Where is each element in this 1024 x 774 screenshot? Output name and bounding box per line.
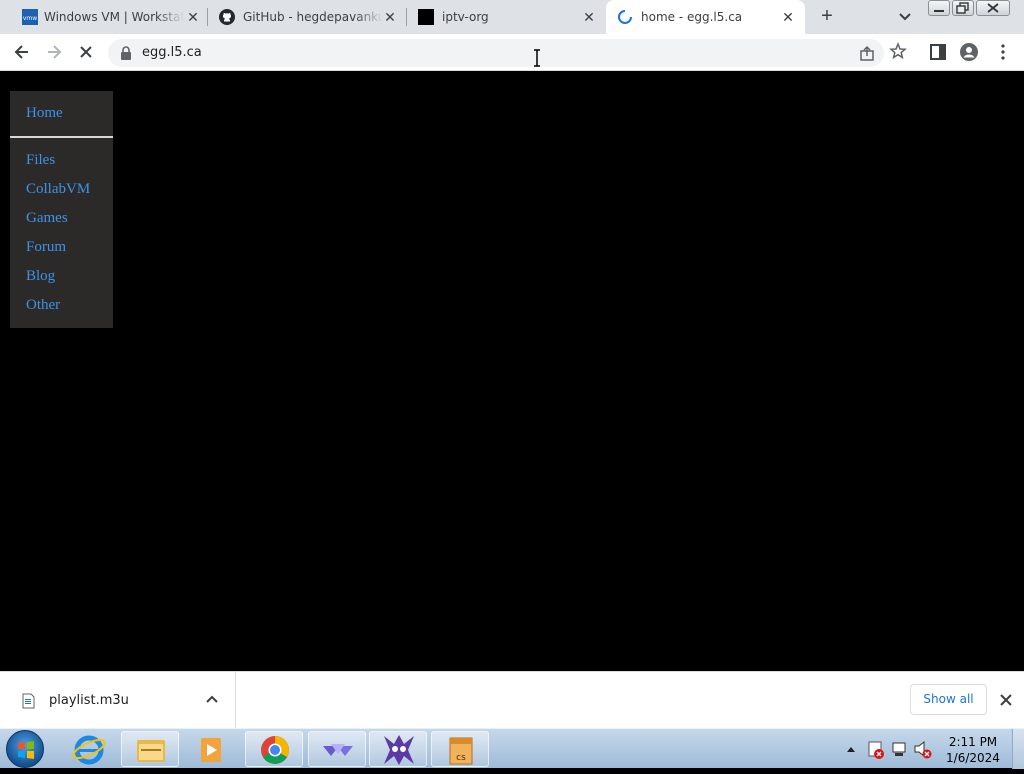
github-icon <box>219 9 235 25</box>
download-item[interactable]: playlist.m3u <box>0 672 236 729</box>
tab-close-button[interactable]: ✕ <box>184 8 202 26</box>
profile-avatar-icon[interactable] <box>960 43 978 61</box>
nav-link-collabvm[interactable]: CollabVM <box>26 181 90 198</box>
file-explorer-icon <box>137 740 165 762</box>
tab-windows-vm[interactable]: vmw Windows VM | Workstation ✕ <box>8 0 208 34</box>
show-all-downloads-button[interactable]: Show all <box>910 684 987 715</box>
minimize-icon <box>934 10 944 12</box>
url-text: egg.l5.ca <box>142 45 202 60</box>
nav-link-blog[interactable]: Blog <box>26 268 55 285</box>
nav-link-forum[interactable]: Forum <box>26 239 66 256</box>
download-bar: playlist.m3u Show all <box>0 671 1024 729</box>
archive-app-icon: cs <box>449 737 473 765</box>
new-tab-button[interactable]: + <box>816 6 838 28</box>
nav-link-files[interactable]: Files <box>26 152 55 169</box>
system-tray <box>847 740 932 759</box>
vmware-icon: vmw <box>22 9 38 25</box>
svg-text:cs: cs <box>456 753 466 763</box>
game-app-icon <box>384 735 414 765</box>
side-panel-icon[interactable] <box>929 43 947 61</box>
taskbar-app-internet-explorer[interactable] <box>60 731 118 767</box>
address-bar[interactable]: egg.l5.ca <box>108 39 884 67</box>
taskbar-app-game[interactable] <box>369 731 427 767</box>
tab-strip: vmw Windows VM | Workstation ✕ GitHub - … <box>0 0 1024 34</box>
restore-icon <box>956 2 969 14</box>
tab-iptv-org[interactable]: iptv-org ✕ <box>407 0 605 34</box>
minimize-button[interactable] <box>928 0 950 16</box>
nav-link-home[interactable]: Home <box>26 105 63 122</box>
tab-search-chevron-icon[interactable] <box>896 8 914 26</box>
media-player-icon <box>201 738 221 762</box>
back-arrow-icon[interactable] <box>12 42 32 62</box>
volume-muted-icon[interactable] <box>914 740 932 759</box>
taskbar-app-vm[interactable] <box>308 731 366 767</box>
tab-egg-home[interactable]: home - egg.l5.ca ✕ <box>606 0 805 34</box>
file-icon <box>22 693 35 709</box>
tab-title: home - egg.l5.ca <box>641 10 743 24</box>
nav-link-games[interactable]: Games <box>26 210 68 227</box>
iptv-icon <box>418 9 434 25</box>
text-cursor-icon <box>534 49 540 67</box>
tab-github[interactable]: GitHub - hegdepavankumar ✕ <box>208 0 406 34</box>
tab-title: GitHub - hegdepavankumar <box>243 10 383 24</box>
loading-spinner-icon <box>618 10 632 24</box>
tab-title: iptv-org <box>442 10 489 24</box>
nav-divider <box>10 136 113 138</box>
stop-loading-icon[interactable] <box>76 42 96 62</box>
network-icon[interactable] <box>892 742 906 756</box>
vm-app-icon <box>323 744 353 756</box>
page-content: Home Files CollabVM Games Forum Blog Oth… <box>0 71 1024 671</box>
taskbar-app-file-explorer[interactable] <box>121 731 179 767</box>
taskbar: cs 2:11 PM 1/6/2024 <box>0 728 1024 769</box>
share-icon[interactable] <box>858 45 876 63</box>
taskbar-app-chrome[interactable] <box>245 731 303 767</box>
side-navigation: Home Files CollabVM Games Forum Blog Oth… <box>10 91 113 328</box>
taskbar-app-archive[interactable]: cs <box>431 731 489 767</box>
chevron-up-icon[interactable] <box>205 692 219 706</box>
tab-close-button[interactable]: ✕ <box>779 8 797 26</box>
download-file-name: playlist.m3u <box>49 693 129 708</box>
close-icon[interactable] <box>998 692 1014 708</box>
forward-arrow-icon[interactable] <box>44 42 64 62</box>
lock-icon[interactable] <box>120 46 132 60</box>
clock-date: 1/6/2024 <box>946 751 1000 765</box>
nav-link-other[interactable]: Other <box>26 297 60 314</box>
show-hidden-icons-icon[interactable] <box>847 747 855 752</box>
more-menu-icon[interactable] <box>994 43 1012 61</box>
restore-button[interactable] <box>952 0 974 16</box>
window-close-button[interactable] <box>976 0 1010 16</box>
tab-close-button[interactable]: ✕ <box>580 8 598 26</box>
window-controls <box>928 0 1012 18</box>
browser-toolbar: egg.l5.ca <box>0 34 1024 71</box>
chrome-icon <box>261 736 289 764</box>
clock-time: 2:11 PM <box>948 735 998 749</box>
start-button[interactable] <box>6 730 44 768</box>
close-icon <box>987 3 999 13</box>
windows-logo-icon <box>18 741 34 759</box>
svg-text:vmw: vmw <box>23 15 37 22</box>
tab-title: Windows VM | Workstation <box>44 10 184 24</box>
internet-explorer-icon <box>72 735 106 765</box>
clock[interactable]: 2:11 PM 1/6/2024 <box>936 734 1010 766</box>
taskbar-app-media-player[interactable] <box>182 731 240 767</box>
tab-close-button[interactable]: ✕ <box>381 8 399 26</box>
bookmark-star-icon[interactable] <box>889 42 907 60</box>
show-desktop-button[interactable] <box>1012 729 1024 769</box>
action-center-icon[interactable] <box>868 741 884 759</box>
